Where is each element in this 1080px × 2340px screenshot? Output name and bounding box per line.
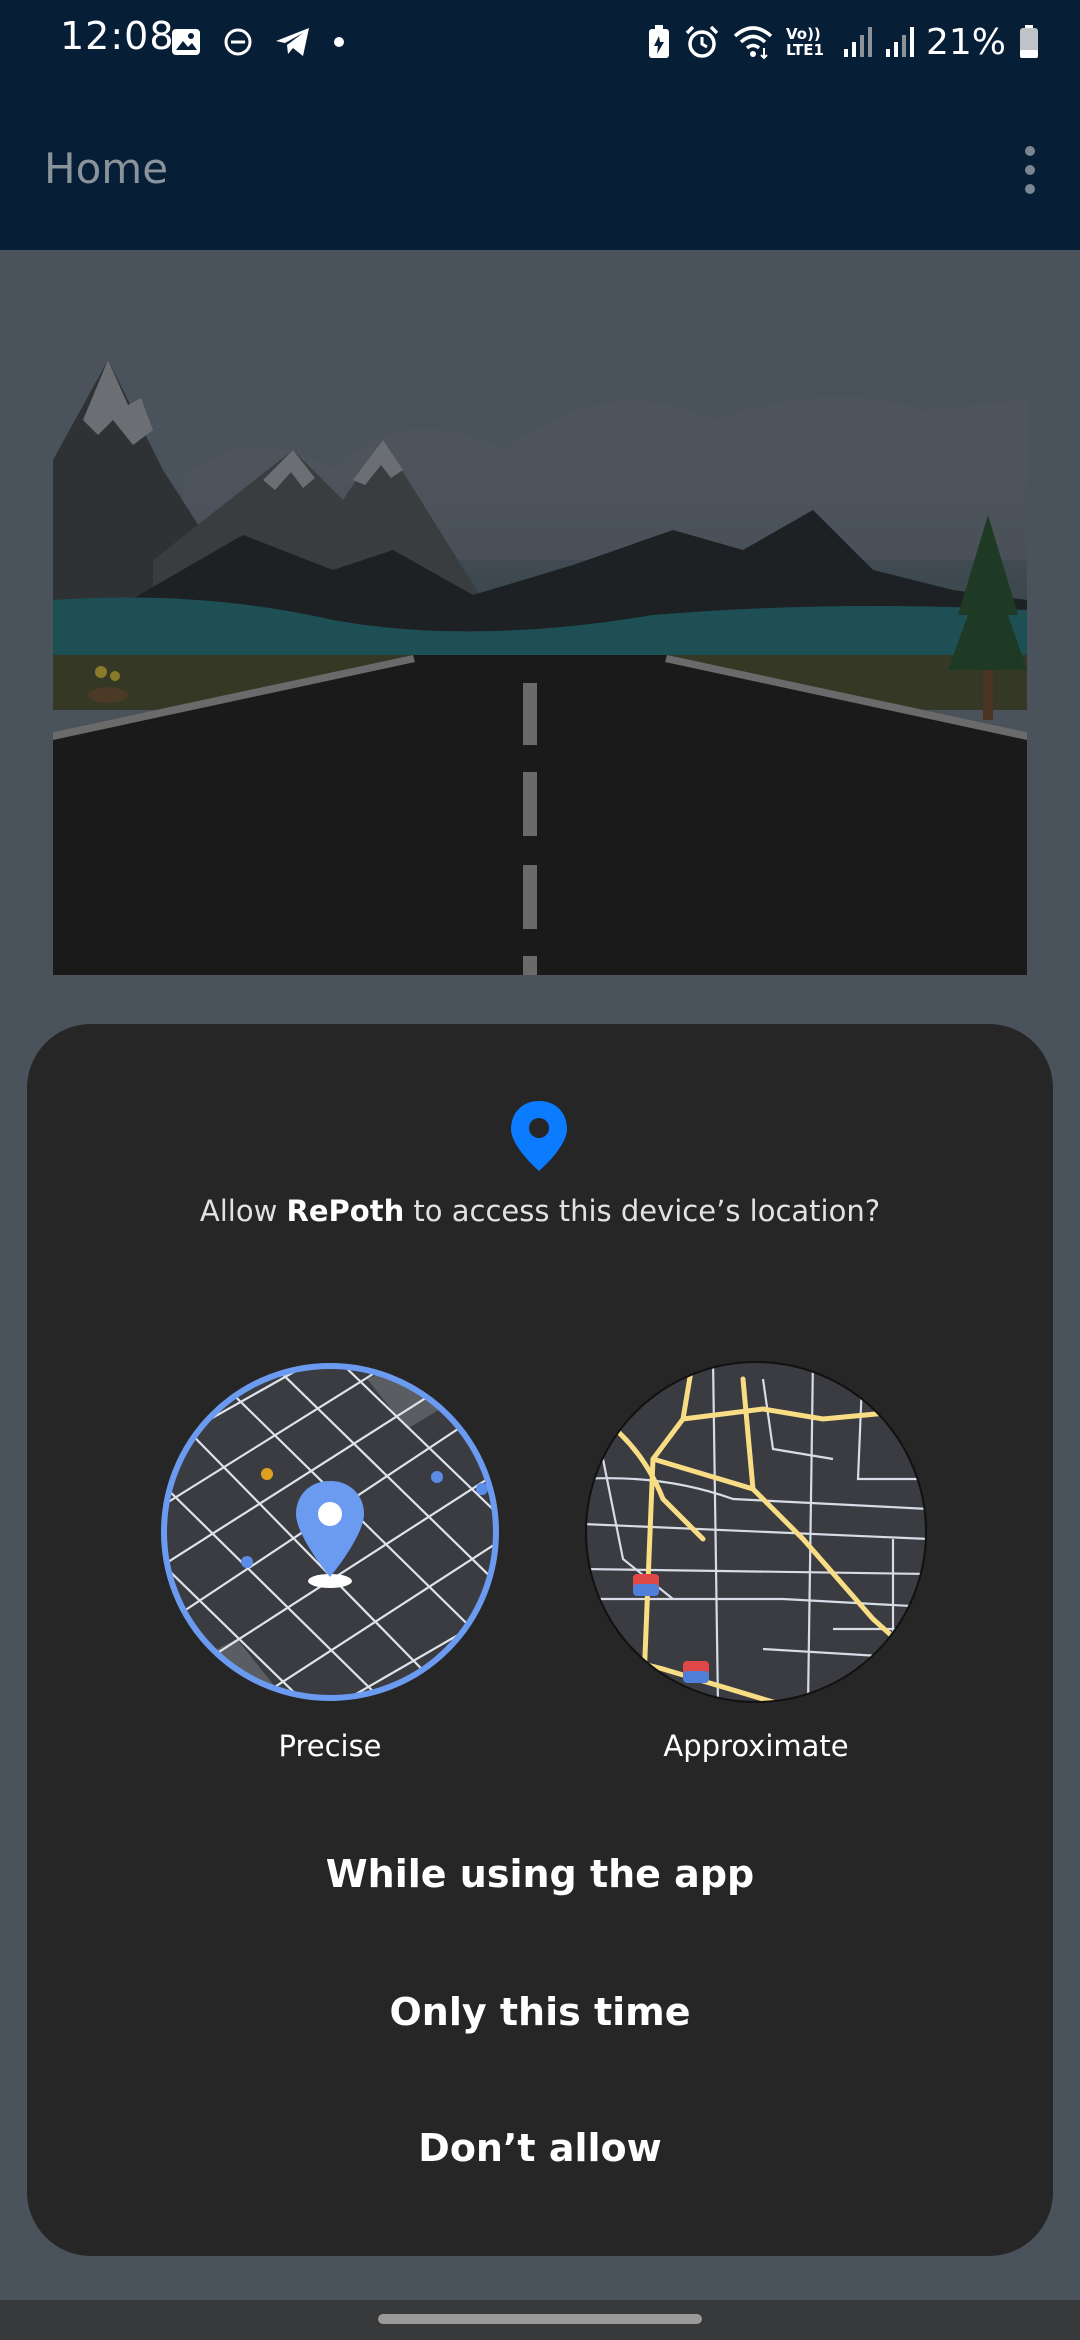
approximate-label: Approximate (663, 1729, 849, 1763)
more-vert-icon[interactable] (1008, 132, 1052, 208)
while-using-app-button[interactable]: While using the app (27, 1824, 1053, 1924)
battery-icon (1020, 25, 1038, 58)
battery-saver-icon (648, 25, 669, 58)
prompt-suffix: to access this device’s location? (404, 1194, 881, 1228)
status-bar: 12:08 Vo)) LTE1 21% (0, 0, 1080, 84)
app-name: RePoth (286, 1194, 405, 1228)
prompt-prefix: Allow (199, 1194, 287, 1228)
network-type-label: Vo)) LTE1 (785, 25, 824, 59)
telegram-icon (276, 28, 309, 56)
status-notification-icons (170, 20, 346, 64)
dnd-icon (224, 28, 252, 56)
signal-icon (843, 27, 872, 57)
status-time: 12:08 (60, 14, 175, 58)
gallery-icon (172, 29, 200, 55)
status-system-icons: Vo)) LTE1 21% (646, 18, 1040, 66)
wifi-icon (733, 26, 773, 60)
road-landscape-illustration (53, 360, 1027, 975)
alarm-icon (685, 25, 719, 58)
precise-location-option[interactable] (157, 1359, 503, 1705)
notification-dot-icon (334, 37, 344, 47)
dont-allow-button[interactable]: Don’t allow (27, 2098, 1053, 2198)
permission-prompt: Allow RePoth to access this device’s loc… (27, 1194, 1053, 1228)
approximate-location-option[interactable] (583, 1359, 929, 1705)
precise-label: Precise (278, 1729, 382, 1763)
battery-percentage: 21% (925, 21, 1006, 63)
app-bar: Home (0, 84, 1080, 250)
signal-icon (885, 27, 914, 57)
gesture-handle[interactable] (378, 2314, 702, 2324)
location-permission-dialog: Allow RePoth to access this device’s loc… (27, 1024, 1053, 2256)
only-this-time-button[interactable]: Only this time (27, 1962, 1053, 2062)
location-pin-icon (511, 1101, 567, 1171)
page-title: Home (44, 144, 169, 193)
